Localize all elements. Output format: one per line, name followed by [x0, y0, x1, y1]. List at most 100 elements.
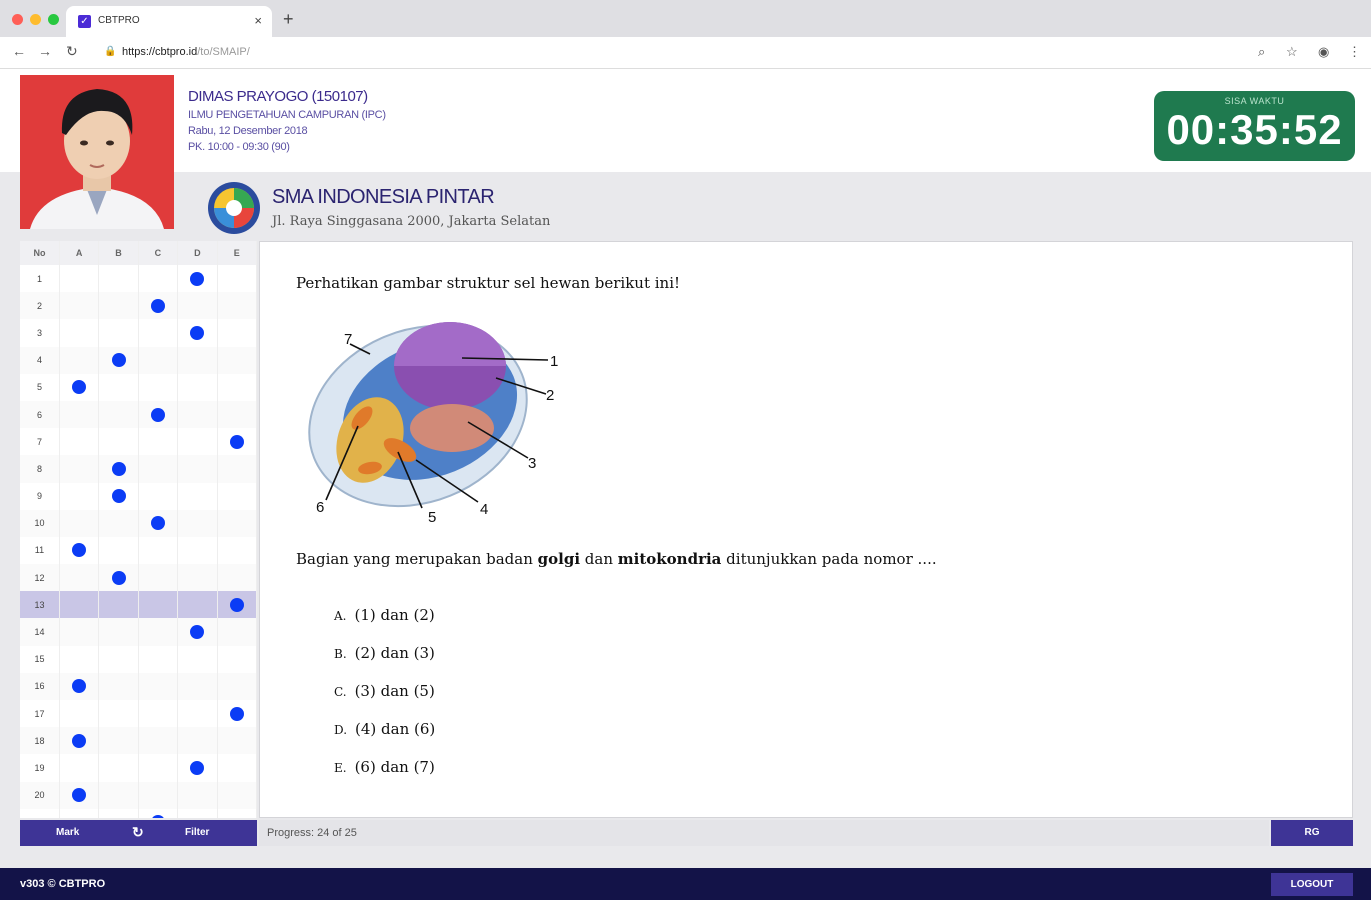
answer-cell-d[interactable] — [177, 265, 218, 293]
answer-cell-d[interactable] — [177, 346, 218, 374]
answer-cell-e[interactable] — [217, 400, 257, 429]
answer-cell-c[interactable] — [138, 781, 179, 809]
question-row[interactable]: 15 — [20, 645, 257, 673]
answer-cell-b[interactable] — [98, 509, 139, 537]
question-row[interactable]: 11 — [20, 536, 257, 565]
question-row[interactable]: 19 — [20, 754, 257, 782]
question-row[interactable]: 3 — [20, 319, 257, 347]
answer-cell-a[interactable] — [59, 781, 100, 809]
answer-cell-a[interactable] — [59, 754, 100, 782]
answer-cell-a[interactable] — [59, 727, 100, 755]
answer-cell-d[interactable] — [177, 536, 218, 565]
answer-cell-c[interactable] — [138, 319, 179, 347]
question-row[interactable]: 20 — [20, 781, 257, 809]
answer-cell-d[interactable] — [177, 319, 218, 347]
answer-cell-c[interactable] — [138, 536, 179, 565]
answer-cell-b[interactable] — [98, 482, 139, 510]
minimize-window-icon[interactable] — [30, 14, 41, 25]
answer-cell-c[interactable] — [138, 509, 179, 537]
answer-cell-d[interactable] — [177, 400, 218, 429]
answer-cell-e[interactable] — [217, 346, 257, 374]
bookmark-star-icon[interactable]: ☆ — [1286, 44, 1298, 60]
answer-cell-a[interactable] — [59, 672, 100, 700]
answer-cell-e[interactable] — [217, 536, 257, 565]
question-row[interactable]: 9 — [20, 482, 257, 510]
maximize-window-icon[interactable] — [48, 14, 59, 25]
answer-cell-b[interactable] — [98, 808, 139, 818]
answer-cell-a[interactable] — [59, 700, 100, 728]
answer-cell-a[interactable] — [59, 373, 100, 401]
answer-cell-c[interactable] — [138, 400, 179, 429]
answer-cell-b[interactable] — [98, 265, 139, 293]
question-row[interactable]: 17 — [20, 700, 257, 728]
answer-cell-b[interactable] — [98, 672, 139, 700]
option-d[interactable]: D. (4) dan (6) — [334, 720, 435, 738]
answer-cell-d[interactable] — [177, 591, 218, 619]
answer-cell-c[interactable] — [138, 455, 179, 483]
answer-cell-b[interactable] — [98, 727, 139, 755]
answer-cell-c[interactable] — [138, 808, 179, 818]
answer-cell-c[interactable] — [138, 428, 179, 456]
answer-cell-d[interactable] — [177, 482, 218, 510]
answer-cell-d[interactable] — [177, 727, 218, 755]
answer-cell-b[interactable] — [98, 346, 139, 374]
answer-cell-b[interactable] — [98, 319, 139, 347]
option-e[interactable]: E. (6) dan (7) — [334, 758, 435, 776]
answer-cell-a[interactable] — [59, 618, 100, 646]
answer-cell-d[interactable] — [177, 428, 218, 456]
logout-button[interactable]: LOGOUT — [1271, 873, 1353, 896]
answer-cell-c[interactable] — [138, 700, 179, 728]
answer-cell-a[interactable] — [59, 319, 100, 347]
answer-cell-e[interactable] — [217, 509, 257, 537]
answer-cell-a[interactable] — [59, 808, 100, 818]
answer-cell-c[interactable] — [138, 373, 179, 401]
zoom-icon[interactable]: ⌕ — [1258, 44, 1265, 60]
answer-cell-e[interactable] — [217, 781, 257, 809]
browser-tab[interactable]: ✓ CBTPRO × — [66, 6, 272, 37]
answer-cell-c[interactable] — [138, 618, 179, 646]
answer-cell-d[interactable] — [177, 645, 218, 673]
close-window-icon[interactable] — [12, 14, 23, 25]
answer-cell-d[interactable] — [177, 754, 218, 782]
answer-cell-d[interactable] — [177, 808, 218, 818]
answer-cell-b[interactable] — [98, 618, 139, 646]
answer-cell-c[interactable] — [138, 292, 179, 320]
question-row[interactable]: 13 — [20, 591, 257, 619]
answer-cell-b[interactable] — [98, 564, 139, 592]
answer-cell-b[interactable] — [98, 373, 139, 401]
answer-cell-b[interactable] — [98, 645, 139, 673]
question-row[interactable]: 7 — [20, 428, 257, 456]
answer-cell-d[interactable] — [177, 618, 218, 646]
answer-cell-a[interactable] — [59, 482, 100, 510]
address-bar[interactable]: 🔒 https://cbtpro.id/to/SMAIP/ — [96, 41, 1246, 64]
refresh-icon[interactable]: ↻ — [132, 824, 144, 841]
answer-cell-e[interactable] — [217, 482, 257, 510]
answer-cell-a[interactable] — [59, 536, 100, 565]
answer-cell-e[interactable] — [217, 808, 257, 818]
question-row[interactable]: 5 — [20, 373, 257, 401]
answer-cell-e[interactable] — [217, 455, 257, 483]
answer-cell-d[interactable] — [177, 292, 218, 320]
answer-cell-c[interactable] — [138, 482, 179, 510]
answer-cell-c[interactable] — [138, 754, 179, 782]
close-tab-icon[interactable]: × — [254, 13, 262, 28]
profile-icon[interactable]: ◉ — [1318, 44, 1329, 60]
answer-cell-b[interactable] — [98, 292, 139, 320]
question-row[interactable]: 21 — [20, 808, 257, 818]
question-row[interactable]: 2 — [20, 292, 257, 320]
option-c[interactable]: C. (3) dan (5) — [334, 682, 435, 700]
answer-cell-d[interactable] — [177, 781, 218, 809]
question-row[interactable]: 10 — [20, 509, 257, 537]
mark-button[interactable]: Mark — [56, 827, 79, 838]
answer-cell-e[interactable] — [217, 319, 257, 347]
answer-cell-b[interactable] — [98, 754, 139, 782]
answer-cell-d[interactable] — [177, 672, 218, 700]
filter-button[interactable]: Filter — [185, 827, 209, 838]
answer-cell-d[interactable] — [177, 700, 218, 728]
answer-cell-a[interactable] — [59, 509, 100, 537]
answer-cell-a[interactable] — [59, 346, 100, 374]
answer-cell-e[interactable] — [217, 373, 257, 401]
answer-cell-a[interactable] — [59, 645, 100, 673]
answer-cell-c[interactable] — [138, 727, 179, 755]
answer-cell-e[interactable] — [217, 754, 257, 782]
